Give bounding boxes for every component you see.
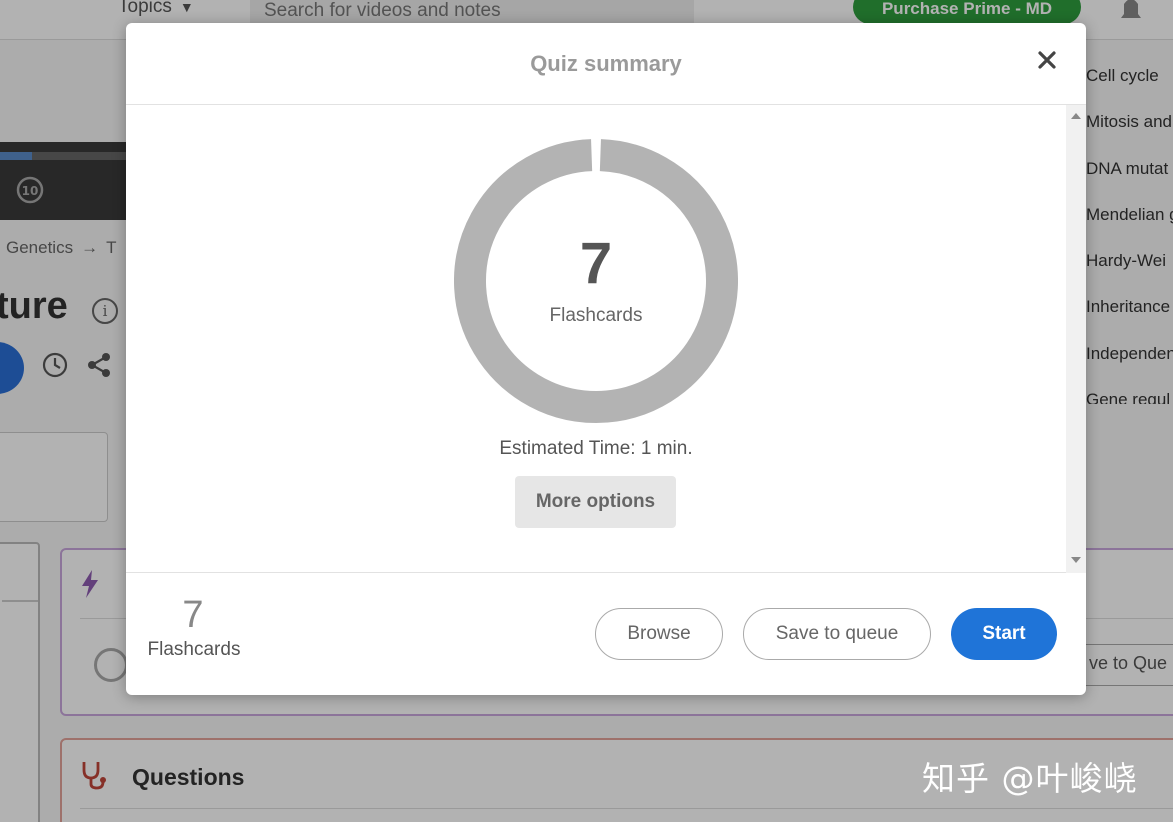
estimated-time: Estimated Time: 1 min. <box>126 438 1066 460</box>
close-icon[interactable] <box>1035 48 1059 72</box>
browse-button[interactable]: Browse <box>595 608 723 660</box>
estimated-time-value: 1 min. <box>640 438 693 459</box>
estimated-time-label: Estimated Time: <box>499 438 636 459</box>
more-options-button[interactable]: More options <box>515 476 676 528</box>
ring-label: Flashcards <box>549 305 643 326</box>
footer-flashcard-count: 7 <box>182 594 204 636</box>
modal-title: Quiz summary <box>530 51 682 76</box>
scroll-up-icon[interactable] <box>1071 113 1081 119</box>
quiz-summary-modal: Quiz summary 7 Flashcards Estimated Time… <box>126 23 1086 695</box>
save-to-queue-button[interactable]: Save to queue <box>743 608 931 660</box>
ring-count: 7 <box>579 231 613 296</box>
modal-footer: 7 Flashcards Browse Save to queue Start <box>126 573 1086 695</box>
watermark: 知乎 @叶峻峣 <box>922 759 1138 798</box>
modal-scrollbar[interactable] <box>1066 105 1086 573</box>
modal-body: 7 Flashcards Estimated Time: 1 min. More… <box>126 105 1086 573</box>
start-button[interactable]: Start <box>951 608 1057 660</box>
modal-header: Quiz summary <box>126 23 1086 105</box>
footer-flashcard-label: Flashcards <box>147 639 241 660</box>
scroll-down-icon[interactable] <box>1071 557 1081 563</box>
